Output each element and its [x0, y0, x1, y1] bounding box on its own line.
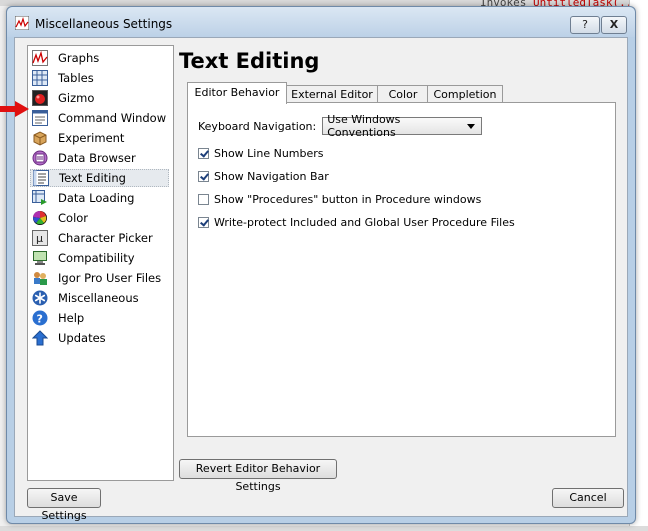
red-pointer-arrow-icon	[0, 101, 29, 117]
help-icon: ?	[32, 310, 48, 326]
sidebar-item-help[interactable]: ? Help	[30, 309, 169, 327]
save-settings-button[interactable]: Save Settings	[27, 488, 101, 522]
show-navigation-bar-row[interactable]: Show Navigation Bar	[198, 170, 329, 183]
sidebar-item-label: Igor Pro User Files	[58, 271, 162, 285]
chevron-down-icon	[467, 123, 476, 129]
sidebar-item-label: Tables	[58, 71, 94, 85]
sidebar-item-tables[interactable]: Tables	[30, 69, 169, 87]
sidebar-item-label: Command Window	[58, 111, 167, 125]
sidebar-item-command-window[interactable]: Command Window	[30, 109, 169, 127]
command-window-icon	[32, 110, 48, 126]
category-list[interactable]: Graphs Tables Gizmo Command Window Exper…	[27, 45, 174, 481]
sidebar-item-graphs[interactable]: Graphs	[30, 49, 169, 67]
background-statusbar	[0, 526, 648, 531]
revert-editor-behavior-button[interactable]: Revert Editor Behavior Settings	[179, 459, 337, 493]
text-editing-icon	[33, 170, 49, 186]
sidebar-item-label: Experiment	[58, 131, 125, 145]
show-procedures-button-checkbox[interactable]	[198, 194, 209, 205]
keyboard-navigation-row: Keyboard Navigation: Use Windows Convent…	[198, 113, 483, 139]
data-loading-icon	[32, 190, 47, 205]
updates-icon	[32, 330, 48, 346]
write-protect-checkbox[interactable]	[198, 217, 209, 228]
tab-external-editor[interactable]: External Editor	[285, 85, 379, 103]
svg-text:?: ?	[37, 313, 43, 326]
tab-color[interactable]: Color	[377, 85, 429, 103]
sidebar-item-data-browser[interactable]: Data Browser	[30, 149, 169, 167]
sidebar-item-label: Updates	[58, 331, 106, 345]
sidebar-item-miscellaneous[interactable]: Miscellaneous	[30, 289, 169, 307]
color-wheel-icon	[32, 210, 47, 225]
checkbox-label: Show Line Numbers	[214, 147, 324, 160]
experiment-icon	[33, 131, 47, 146]
keyboard-navigation-label: Keyboard Navigation:	[198, 119, 317, 133]
checkbox-label: Write-protect Included and Global User P…	[214, 216, 515, 229]
tables-icon	[32, 70, 48, 86]
sidebar-item-label: Color	[58, 211, 89, 225]
keyboard-navigation-select[interactable]: Use Windows Conventions	[322, 113, 483, 139]
show-navigation-bar-checkbox[interactable]	[198, 171, 209, 182]
show-line-numbers-checkbox[interactable]	[198, 148, 209, 159]
sidebar-item-updates[interactable]: Updates	[30, 329, 169, 347]
compatibility-icon	[33, 251, 47, 265]
character-picker-icon: µ	[32, 230, 48, 246]
cancel-button[interactable]: Cancel	[552, 488, 624, 508]
miscellaneous-icon	[32, 290, 48, 306]
sidebar-item-data-loading[interactable]: Data Loading	[30, 189, 169, 207]
window-title: Miscellaneous Settings	[35, 17, 173, 31]
title-bar[interactable]: Miscellaneous Settings ? X	[7, 7, 635, 37]
show-procedures-button-row[interactable]: Show "Procedures" button in Procedure wi…	[198, 193, 481, 206]
sidebar-item-label: Character Picker	[58, 231, 153, 245]
sidebar-item-label: Graphs	[58, 51, 100, 65]
help-button[interactable]: ?	[570, 16, 600, 34]
sidebar-item-character-picker[interactable]: µ Character Picker	[30, 229, 169, 247]
close-button[interactable]: X	[601, 16, 627, 34]
sidebar-item-label: Compatibility	[58, 251, 135, 265]
sidebar-item-text-editing[interactable]: Text Editing	[30, 169, 169, 187]
graphs-icon	[32, 50, 48, 66]
page-title: Text Editing	[179, 49, 320, 73]
sidebar-item-compatibility[interactable]: Compatibility	[30, 249, 169, 267]
select-value: Use Windows Conventions	[327, 113, 401, 139]
svg-text:µ: µ	[36, 232, 43, 245]
sidebar-item-igor-pro-user-files[interactable]: Igor Pro User Files	[30, 269, 169, 287]
tab-completion[interactable]: Completion	[427, 85, 503, 103]
sidebar-item-label: Data Browser	[58, 151, 136, 165]
tab-content-editor-behavior: Keyboard Navigation: Use Windows Convent…	[187, 102, 616, 437]
settings-dialog: Miscellaneous Settings ? X Graphs Tables…	[6, 6, 636, 524]
user-files-icon	[34, 272, 47, 285]
sidebar-item-label: Help	[58, 311, 85, 325]
sidebar-item-label: Text Editing	[59, 171, 126, 185]
sidebar-item-experiment[interactable]: Experiment	[30, 129, 169, 147]
data-browser-icon	[32, 150, 48, 166]
sidebar-item-label: Gizmo	[58, 91, 95, 105]
show-line-numbers-row[interactable]: Show Line Numbers	[198, 147, 324, 160]
sidebar-item-gizmo[interactable]: Gizmo	[30, 89, 169, 107]
sidebar-item-label: Data Loading	[58, 191, 135, 205]
graph-app-icon	[15, 16, 29, 30]
sidebar-item-color[interactable]: Color	[30, 209, 169, 227]
dialog-client-area: Graphs Tables Gizmo Command Window Exper…	[14, 37, 628, 522]
checkbox-label: Show "Procedures" button in Procedure wi…	[214, 193, 482, 206]
sidebar-item-label: Miscellaneous	[58, 291, 139, 305]
write-protect-row[interactable]: Write-protect Included and Global User P…	[198, 216, 515, 229]
checkbox-label: Show Navigation Bar	[214, 170, 329, 183]
gizmo-icon	[32, 90, 48, 106]
tab-editor-behavior[interactable]: Editor Behavior	[187, 82, 287, 104]
